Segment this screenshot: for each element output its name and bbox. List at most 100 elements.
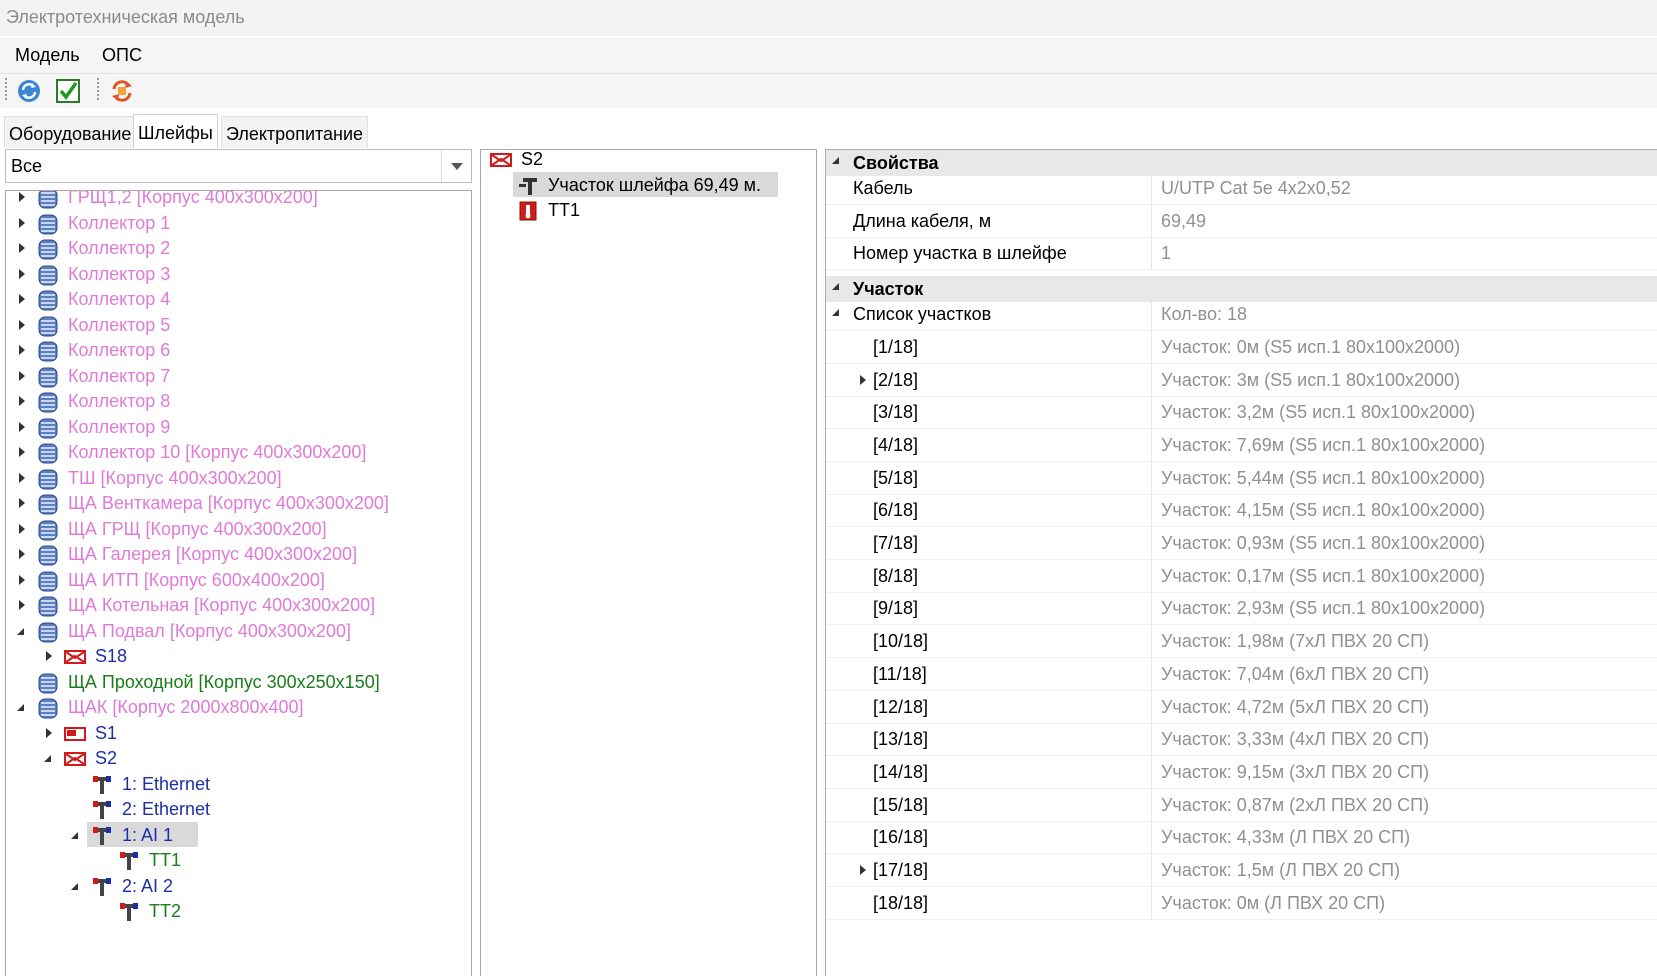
equipment-tree-item[interactable]: 2: AI 2 <box>6 873 471 900</box>
property-value[interactable]: Участок: 1,98м (7хЛ ПВХ 20 СП) <box>1161 625 1429 658</box>
equipment-tree-item[interactable]: ЩА Котельная [Корпус 400x300x200] <box>6 592 471 619</box>
column-splitter[interactable] <box>1151 821 1152 855</box>
property-row[interactable]: [5/18] Участок: 5,44м (S5 исп.1 80x100x20… <box>826 461 1657 495</box>
column-splitter[interactable] <box>1151 237 1152 271</box>
property-value[interactable]: Участок: 7,04м (6хЛ ПВХ 20 СП) <box>1161 658 1429 691</box>
column-splitter[interactable] <box>1151 592 1152 626</box>
expand-toggle-icon[interactable] <box>15 210 29 237</box>
property-value[interactable]: Участок: 0м (Л ПВХ 20 СП) <box>1161 887 1385 920</box>
column-splitter[interactable] <box>1151 363 1152 397</box>
property-value[interactable]: Участок: 3,2м (S5 исп.1 80x100x2000) <box>1161 396 1475 429</box>
equipment-tree-item[interactable]: S18 <box>6 643 471 670</box>
equipment-tree-item[interactable]: ГРЩ1,2 [Корпус 400x300x200] <box>6 191 471 211</box>
column-splitter[interactable] <box>1151 298 1152 332</box>
expand-toggle-icon[interactable] <box>15 235 29 262</box>
equipment-tree-item[interactable]: ЩА Проходной [Корпус 300x250x150] <box>6 669 471 696</box>
property-row[interactable]: Длина кабеля, м 69,49 <box>826 204 1657 238</box>
equipment-tree-item[interactable]: S2 <box>6 745 471 772</box>
expand-toggle-icon[interactable] <box>15 567 29 594</box>
loop-tree-item[interactable]: Участок шлейфа 69,49 м. <box>481 171 816 199</box>
collapse-toggle-icon[interactable] <box>69 873 83 900</box>
expand-toggle-icon[interactable] <box>15 363 29 390</box>
equipment-tree-item[interactable]: Коллектор 9 <box>6 414 471 441</box>
property-value[interactable]: Участок: 3м (S5 исп.1 80x100x2000) <box>1161 364 1460 397</box>
property-row[interactable]: [17/18] Участок: 1,5м (Л ПВХ 20 СП) <box>826 854 1657 887</box>
property-row[interactable]: [4/18] Участок: 7,69м (S5 исп.1 80x100x20… <box>826 428 1657 462</box>
property-value[interactable]: Участок: 4,15м (S5 исп.1 80x100x2000) <box>1161 494 1485 527</box>
property-row[interactable]: [8/18] Участок: 0,17м (S5 исп.1 80x100x20… <box>826 559 1657 593</box>
equipment-tree-item[interactable]: Коллектор 5 <box>6 312 471 339</box>
property-row[interactable]: Номер участка в шлейфе 1 <box>826 237 1657 271</box>
collapse-toggle-icon[interactable] <box>830 298 844 331</box>
property-row[interactable]: [9/18] Участок: 2,93м (S5 исп.1 80x100x20… <box>826 592 1657 626</box>
expand-toggle-icon[interactable] <box>15 388 29 415</box>
column-splitter[interactable] <box>1151 854 1152 887</box>
property-row[interactable]: [14/18] Участок: 9,15м (3хЛ ПВХ 20 СП) <box>826 755 1657 789</box>
column-splitter[interactable] <box>1151 428 1152 462</box>
equipment-tree-item[interactable]: ЩА ГРЩ [Корпус 400x300x200] <box>6 516 471 543</box>
equipment-tree-item[interactable]: Коллектор 7 <box>6 363 471 390</box>
equipment-tree-item[interactable]: 1: Ethernet <box>6 771 471 798</box>
chevron-down-icon[interactable] <box>441 150 471 182</box>
equipment-tree-item[interactable]: Коллектор 4 <box>6 286 471 313</box>
property-row[interactable]: [18/18] Участок: 0м (Л ПВХ 20 СП) <box>826 886 1657 920</box>
property-value[interactable]: U/UTP Cat 5e 4x2x0,52 <box>1161 172 1351 205</box>
property-value[interactable]: Участок: 3,33м (4хЛ ПВХ 20 СП) <box>1161 723 1429 756</box>
property-value[interactable]: Участок: 2,93м (S5 исп.1 80x100x2000) <box>1161 592 1485 625</box>
refresh-button[interactable] <box>15 77 43 105</box>
property-value[interactable]: Участок: 4,33м (Л ПВХ 20 СП) <box>1161 821 1410 854</box>
column-splitter[interactable] <box>1151 204 1152 238</box>
equipment-tree-item[interactable]: TT1 <box>6 847 471 874</box>
column-splitter[interactable] <box>1151 886 1152 920</box>
property-value[interactable]: Участок: 4,72м (5хЛ ПВХ 20 СП) <box>1161 691 1429 724</box>
property-value[interactable]: Участок: 0,87м (2хЛ ПВХ 20 СП) <box>1161 789 1429 822</box>
property-grid[interactable]: Свойства Кабель U/UTP Cat 5e 4x2x0,52 Длина… <box>825 149 1657 976</box>
collapse-toggle-icon[interactable] <box>15 694 29 721</box>
equipment-tree-item[interactable]: Коллектор 6 <box>6 337 471 364</box>
property-value[interactable]: Участок: 0,93м (S5 исп.1 80x100x2000) <box>1161 527 1485 560</box>
loop-tree-item[interactable]: TT1 <box>481 197 816 224</box>
expand-toggle-icon[interactable] <box>15 286 29 313</box>
property-row[interactable]: [11/18] Участок: 7,04м (6хЛ ПВХ 20 СП) <box>826 657 1657 691</box>
equipment-tree-item[interactable]: ЩАК [Корпус 2000x800x400] <box>6 694 471 721</box>
property-row[interactable]: [10/18] Участок: 1,98м (7хЛ ПВХ 20 СП) <box>826 625 1657 659</box>
property-value[interactable]: Участок: 1,5м (Л ПВХ 20 СП) <box>1161 854 1400 887</box>
property-value[interactable]: Участок: 7,69м (S5 исп.1 80x100x2000) <box>1161 429 1485 462</box>
property-row[interactable]: [6/18] Участок: 4,15м (S5 исп.1 80x100x20… <box>826 494 1657 528</box>
equipment-tree[interactable]: ГРЩ1,2 [Корпус 400x300x200] Коллектор 1 Ко… <box>5 190 472 976</box>
property-row[interactable]: [3/18] Участок: 3,2м (S5 исп.1 80x100x200… <box>826 396 1657 430</box>
property-row[interactable]: Список участков Кол-во: 18 <box>826 298 1657 332</box>
sync-button[interactable] <box>108 77 136 105</box>
equipment-tree-item[interactable]: TT2 <box>6 898 471 925</box>
property-row[interactable]: [15/18] Участок: 0,87м (2хЛ ПВХ 20 СП) <box>826 788 1657 822</box>
expand-toggle-icon[interactable] <box>15 465 29 492</box>
equipment-tree-item[interactable]: Коллектор 1 <box>6 210 471 237</box>
equipment-tree-item[interactable]: Коллектор 2 <box>6 235 471 262</box>
expand-toggle-icon[interactable] <box>15 337 29 364</box>
expand-toggle-icon[interactable] <box>15 516 29 543</box>
tab-power[interactable]: Электропитание <box>221 116 369 148</box>
expand-toggle-icon[interactable] <box>856 364 870 397</box>
equipment-tree-item[interactable]: ЩА Подвал [Корпус 400x300x200] <box>6 618 471 645</box>
column-splitter[interactable] <box>1151 657 1152 691</box>
property-value[interactable]: Участок: 0,17м (S5 исп.1 80x100x2000) <box>1161 560 1485 593</box>
tab-equipment[interactable]: Оборудование <box>4 116 137 148</box>
expand-toggle-icon[interactable] <box>856 854 870 887</box>
column-splitter[interactable] <box>1151 396 1152 430</box>
column-splitter[interactable] <box>1151 755 1152 789</box>
column-splitter[interactable] <box>1151 461 1152 495</box>
column-splitter[interactable] <box>1151 559 1152 593</box>
column-splitter[interactable] <box>1151 527 1152 560</box>
property-value[interactable]: Кол-во: 18 <box>1161 298 1247 331</box>
equipment-tree-item[interactable]: ТШ [Корпус 400x300x200] <box>6 465 471 492</box>
property-row[interactable]: Кабель U/UTP Cat 5e 4x2x0,52 <box>826 172 1657 205</box>
expand-toggle-icon[interactable] <box>15 191 29 211</box>
equipment-tree-item[interactable]: 2: Ethernet <box>6 796 471 823</box>
equipment-tree-item[interactable]: S1 <box>6 720 471 747</box>
equipment-tree-item[interactable]: Коллектор 8 <box>6 388 471 415</box>
loop-tree[interactable]: S2 Участок шлейфа 69,49 м. TT1 <box>480 149 817 976</box>
toolbar-grip[interactable] <box>5 78 7 102</box>
loop-tree-item[interactable]: S2 <box>481 150 816 173</box>
column-splitter[interactable] <box>1151 494 1152 528</box>
equipment-tree-item[interactable]: ЩА Венткамера [Корпус 400x300x200] <box>6 490 471 517</box>
